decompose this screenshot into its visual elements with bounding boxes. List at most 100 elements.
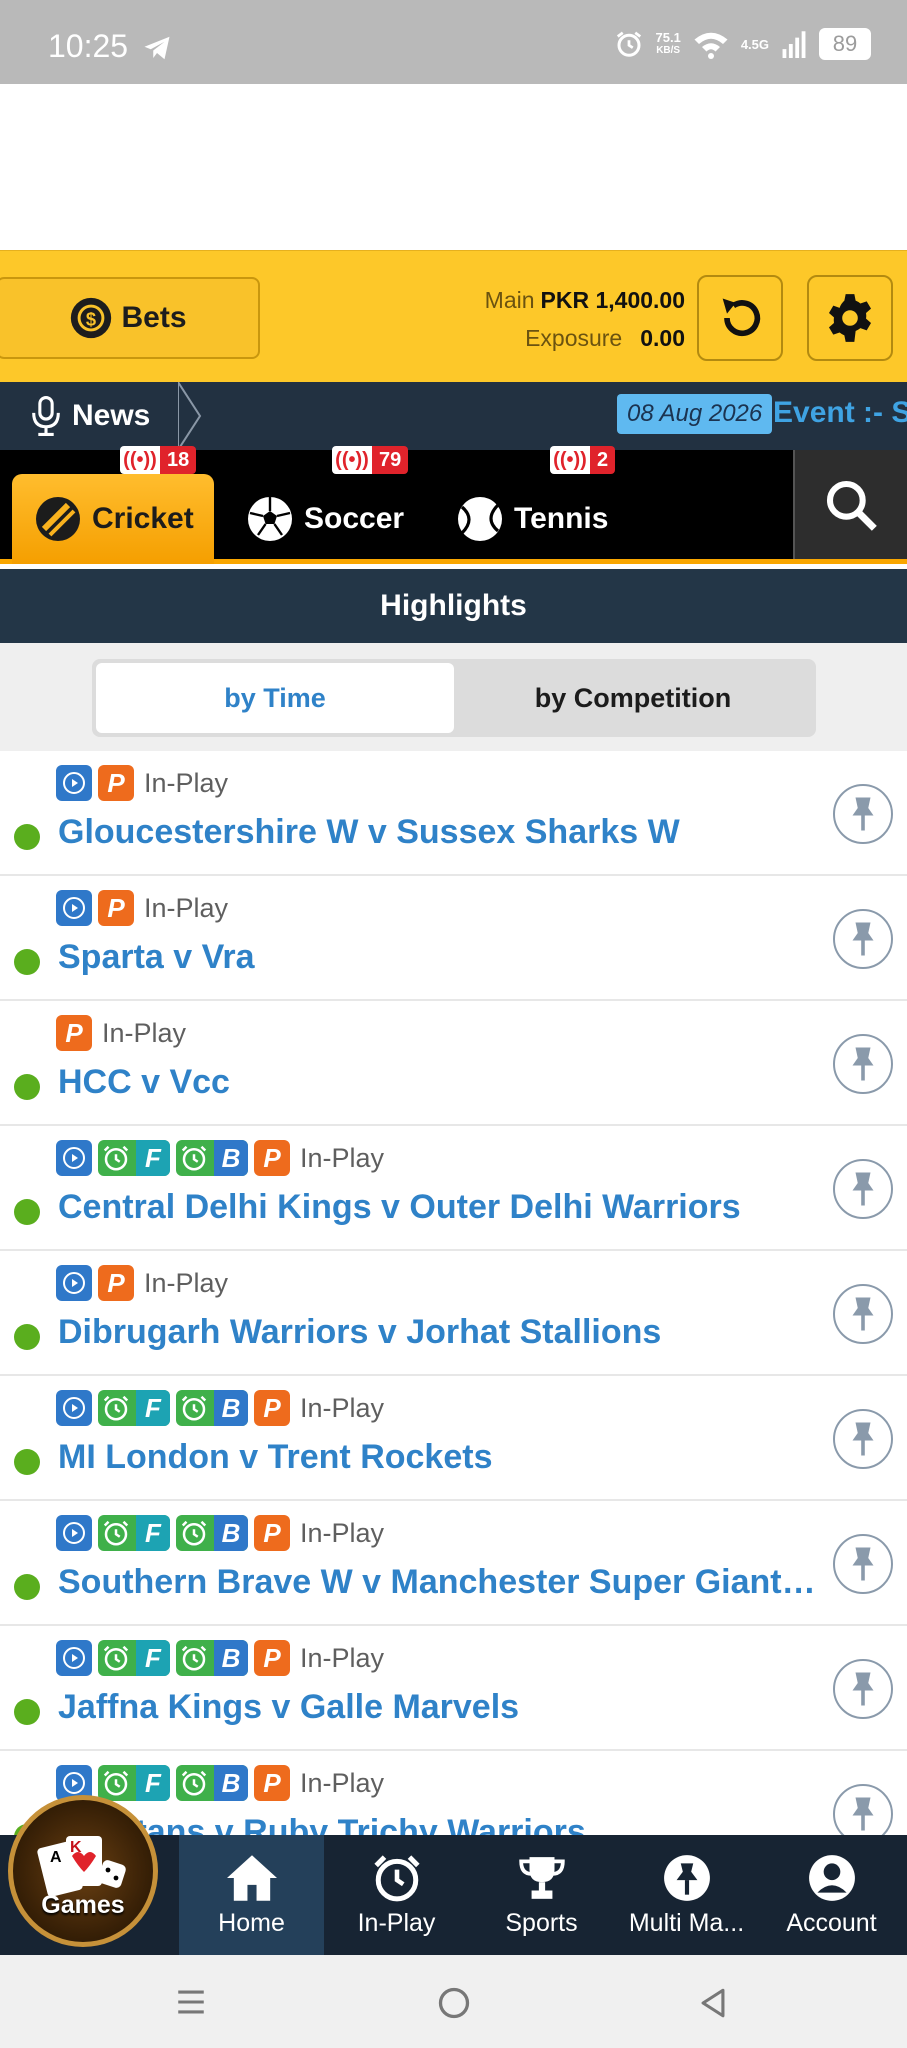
premium-icon: P bbox=[254, 1390, 290, 1426]
pin-match-button[interactable] bbox=[833, 1409, 893, 1469]
pin-icon bbox=[852, 922, 874, 956]
in-play-status: In-Play bbox=[102, 1017, 187, 1048]
battery-indicator: 89 bbox=[819, 28, 871, 60]
games-label: Games bbox=[41, 1891, 125, 1919]
pin-match-button[interactable] bbox=[833, 1159, 893, 1219]
news-label[interactable]: News bbox=[0, 382, 196, 450]
recent-apps-icon[interactable] bbox=[174, 1985, 208, 2019]
pin-match-button[interactable] bbox=[833, 1784, 893, 1835]
bets-button[interactable]: $ Bets bbox=[0, 277, 260, 359]
exposure-balance: Exposure 0.00 bbox=[525, 325, 685, 351]
nav-multi-markets[interactable]: Multi Ma... bbox=[614, 1835, 759, 1955]
nav-account[interactable]: Account bbox=[759, 1835, 904, 1955]
match-name-link[interactable]: Central Delhi Kings v Outer Delhi Warrio… bbox=[58, 1188, 818, 1227]
by-time-tab[interactable]: by Time bbox=[96, 663, 454, 733]
live-stream-icon bbox=[56, 1515, 92, 1551]
pin-match-button[interactable] bbox=[833, 909, 893, 969]
pin-icon bbox=[852, 1172, 874, 1206]
news-date: 08 Aug 2026 bbox=[617, 394, 773, 434]
highlights-header: Highlights bbox=[0, 569, 907, 643]
svg-text:A: A bbox=[50, 1849, 62, 1866]
fancy-market-icon: F bbox=[98, 1640, 170, 1676]
pin-icon bbox=[852, 1297, 874, 1331]
back-icon[interactable] bbox=[696, 1985, 730, 2021]
live-indicator-dot bbox=[14, 1199, 40, 1225]
pin-match-button[interactable] bbox=[833, 1659, 893, 1719]
match-row[interactable]: P In-Play HCC v Vcc bbox=[0, 1001, 907, 1126]
network-type: 4.5G bbox=[740, 36, 769, 52]
pin-icon bbox=[852, 1422, 874, 1456]
nav-in-play[interactable]: In-Play bbox=[324, 1835, 469, 1955]
premium-icon: P bbox=[98, 1265, 134, 1301]
match-row[interactable]: F B P In-Play Central Delhi Kings v Outer De… bbox=[0, 1126, 907, 1251]
market-icons: F B P In-Play bbox=[56, 1765, 384, 1801]
fancy-market-icon: F bbox=[98, 1515, 170, 1551]
live-count-badge: ((•)) 2 bbox=[550, 446, 616, 474]
match-name-link[interactable]: Dibrugarh Warriors v Jorhat Stallions bbox=[58, 1313, 818, 1352]
signal-icon bbox=[782, 31, 806, 58]
tab-cricket[interactable]: ((•)) 18 Cricket bbox=[12, 446, 214, 564]
pin-match-button[interactable] bbox=[833, 1034, 893, 1094]
live-broadcast-icon: ((•)) bbox=[332, 446, 372, 474]
by-competition-tab[interactable]: by Competition bbox=[454, 663, 812, 733]
live-stream-icon bbox=[56, 1390, 92, 1426]
live-stream-icon bbox=[56, 890, 92, 926]
match-row[interactable]: P In-Play Dibrugarh Warriors v Jorhat Stal… bbox=[0, 1251, 907, 1376]
trophy-icon bbox=[518, 1856, 565, 1899]
match-row[interactable]: F B P In-Play MI London v Trent Rockets bbox=[0, 1376, 907, 1501]
games-button[interactable]: A K Games bbox=[8, 1795, 158, 1947]
refresh-icon bbox=[722, 298, 761, 337]
market-icons: P In-Play bbox=[56, 765, 228, 801]
pin-match-button[interactable] bbox=[833, 1534, 893, 1594]
system-navigation-bar bbox=[0, 1955, 907, 2048]
pin-icon bbox=[852, 797, 874, 831]
balance-panel: Main PKR 1,400.00 Exposure 0.00 bbox=[485, 281, 685, 357]
match-row[interactable]: P In-Play Sparta v Vra bbox=[0, 876, 907, 1001]
tab-label: Cricket bbox=[92, 502, 194, 535]
pin-icon bbox=[852, 1547, 874, 1581]
pin-match-button[interactable] bbox=[833, 1284, 893, 1344]
home-circle-icon[interactable] bbox=[436, 1985, 472, 2021]
live-stream-icon bbox=[56, 1265, 92, 1301]
bookmaker-market-icon: B bbox=[176, 1640, 248, 1676]
match-name-link[interactable]: Southern Brave W v Manchester Super Gian… bbox=[58, 1563, 818, 1602]
match-name-link[interactable]: HCC v Vcc bbox=[58, 1063, 818, 1102]
fancy-market-icon: F bbox=[98, 1390, 170, 1426]
refresh-button[interactable] bbox=[697, 275, 783, 361]
highlights-title: Highlights bbox=[380, 589, 527, 622]
live-count-badge: ((•)) 79 bbox=[332, 446, 409, 474]
match-name-link[interactable]: Gloucestershire W v Sussex Sharks W bbox=[58, 813, 818, 852]
network-speed: 75.1 KB/S bbox=[655, 30, 681, 56]
match-row[interactable]: P In-Play Gloucestershire W v Sussex Shark… bbox=[0, 751, 907, 876]
tab-tennis[interactable]: ((•)) 2 Tennis bbox=[456, 446, 616, 564]
live-count-badge: ((•)) 18 bbox=[120, 446, 197, 474]
live-stream-icon bbox=[56, 1140, 92, 1176]
bookmaker-market-icon: B bbox=[176, 1390, 248, 1426]
live-indicator-dot bbox=[14, 824, 40, 850]
tab-label: Soccer bbox=[304, 502, 405, 535]
match-name-link[interactable]: Sparta v Vra bbox=[58, 938, 818, 977]
match-row[interactable]: F B P In-Play Southern Brave W v Manchester … bbox=[0, 1501, 907, 1626]
premium-icon: P bbox=[254, 1140, 290, 1176]
match-row[interactable]: F B P In-Play Jaffna Kings v Galle Marvels bbox=[0, 1626, 907, 1751]
in-play-status: In-Play bbox=[300, 1642, 385, 1673]
live-indicator-dot bbox=[14, 1574, 40, 1600]
market-icons: P In-Play bbox=[56, 1015, 186, 1051]
match-name-link[interactable]: Sportans v Ruby Trichy Warriors bbox=[58, 1813, 818, 1835]
coin-icon: $ bbox=[71, 297, 112, 339]
pin-match-button[interactable] bbox=[833, 784, 893, 844]
news-ticker: 08 Aug 2026 Event :- S News bbox=[0, 382, 907, 450]
bookmaker-market-icon: B bbox=[176, 1515, 248, 1551]
match-name-link[interactable]: MI London v Trent Rockets bbox=[58, 1438, 818, 1477]
match-name-link[interactable]: Jaffna Kings v Galle Marvels bbox=[58, 1688, 818, 1727]
nav-sports[interactable]: Sports bbox=[469, 1835, 614, 1955]
nav-home[interactable]: Home bbox=[179, 1835, 324, 1955]
fancy-market-icon: F bbox=[98, 1765, 170, 1801]
search-button[interactable] bbox=[793, 450, 907, 559]
tennis-ball-icon bbox=[458, 497, 502, 541]
bets-label: Bets bbox=[121, 301, 187, 334]
settings-button[interactable] bbox=[807, 275, 893, 361]
sort-toggle: by Time by Competition bbox=[92, 659, 816, 737]
status-bar: 10:25 75.1 KB/S 4.5G 89 bbox=[0, 0, 907, 84]
tab-soccer[interactable]: ((•)) 79 Soccer bbox=[246, 446, 409, 564]
